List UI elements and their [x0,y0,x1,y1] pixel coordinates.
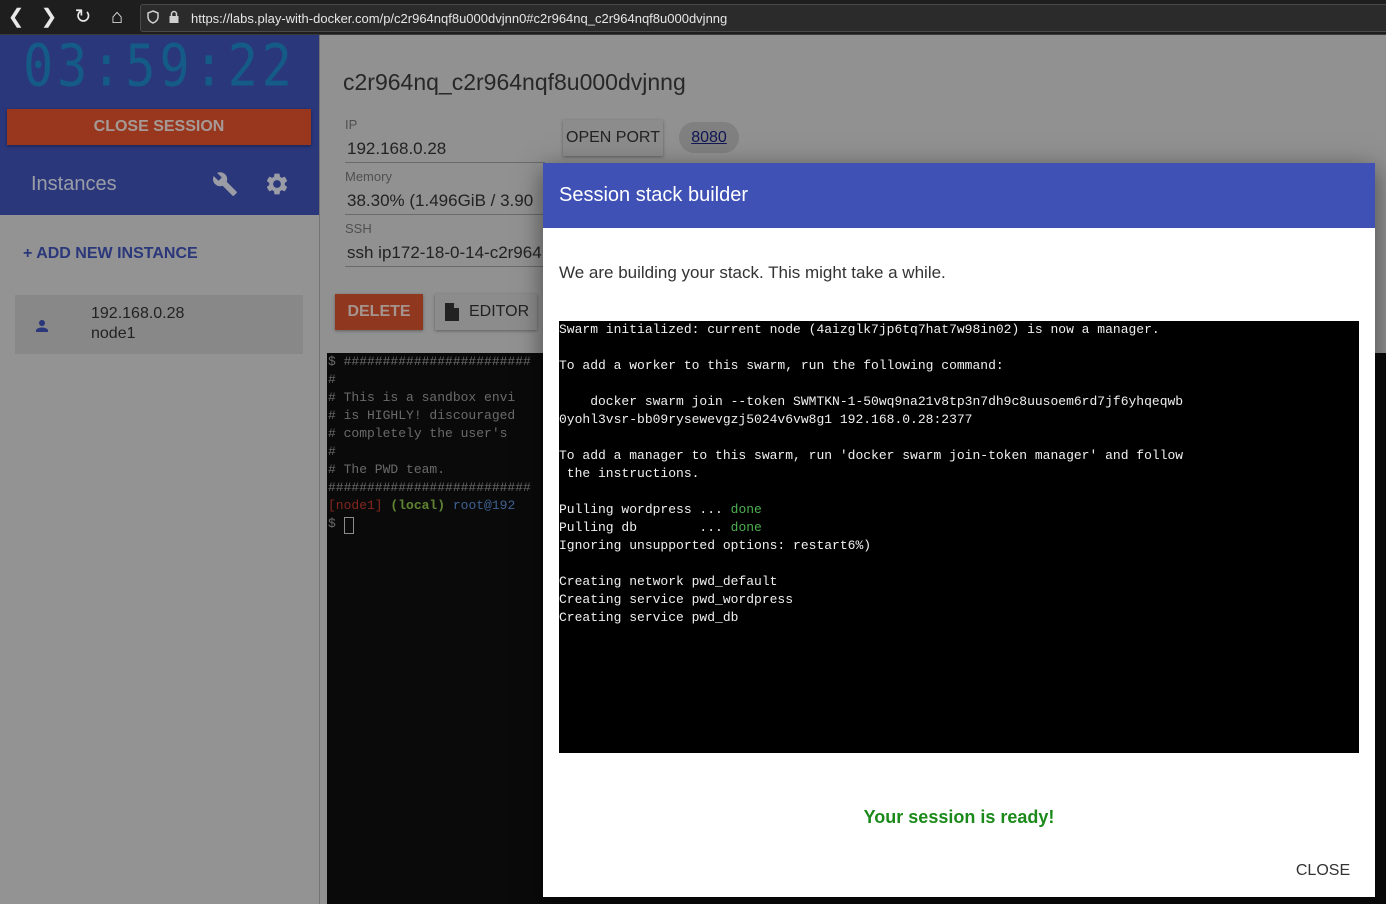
session-stack-builder-dialog: Session stack builder We are building yo… [543,163,1375,897]
log-line: docker swarm join --token SWMTKN-1-50wq9… [559,394,1184,409]
close-dialog-button[interactable]: CLOSE [1285,858,1361,884]
log-line: Creating service pwd_db [559,610,739,625]
url-text: https://labs.play-with-docker.com/p/c2r9… [191,11,728,26]
dialog-header: Session stack builder [543,163,1375,228]
log-line: Creating network pwd_default [559,574,778,589]
session-ready-message: Your session is ready! [863,807,1055,827]
forward-icon[interactable]: ❯ [37,5,61,29]
build-log: Swarm initialized: current node (4aizglk… [559,321,1359,753]
log-line: the instructions. [559,466,700,481]
log-line: To add a manager to this swarm, run 'doc… [559,448,1184,463]
lock-icon [169,10,179,23]
dialog-message: We are building your stack. This might t… [559,263,946,282]
browser-toolbar: ❮ ❯ ↻ ⌂ https://labs.play-with-docker.co… [0,0,1386,35]
back-icon[interactable]: ❮ [4,5,28,29]
dialog-title: Session stack builder [559,184,748,206]
log-line: To add a worker to this swarm, run the f… [559,358,1004,373]
home-icon[interactable]: ⌂ [105,5,129,29]
pull-db-text: Pulling db ... [559,520,731,535]
log-line-pull-wordpress: Pulling wordpress ... done [559,501,762,519]
log-line: Ignoring unsupported options: restart6%) [559,538,872,553]
log-line: 0yohl3vsr-bb09rysewevgzj5024v6vw8g1 192.… [559,412,973,427]
log-line: Swarm initialized: current node (4aizglk… [559,322,1160,337]
address-bar[interactable]: https://labs.play-with-docker.com/p/c2r9… [140,4,1386,32]
pull-wordpress-text: Pulling wordpress ... [559,502,731,517]
done-label: done [730,502,762,517]
log-line-pull-db: Pulling db ... done [559,519,762,537]
reload-icon[interactable]: ↻ [71,5,95,29]
log-line: Creating service pwd_wordpress [559,592,794,607]
shield-icon [147,10,159,24]
done-label: done [730,520,762,535]
